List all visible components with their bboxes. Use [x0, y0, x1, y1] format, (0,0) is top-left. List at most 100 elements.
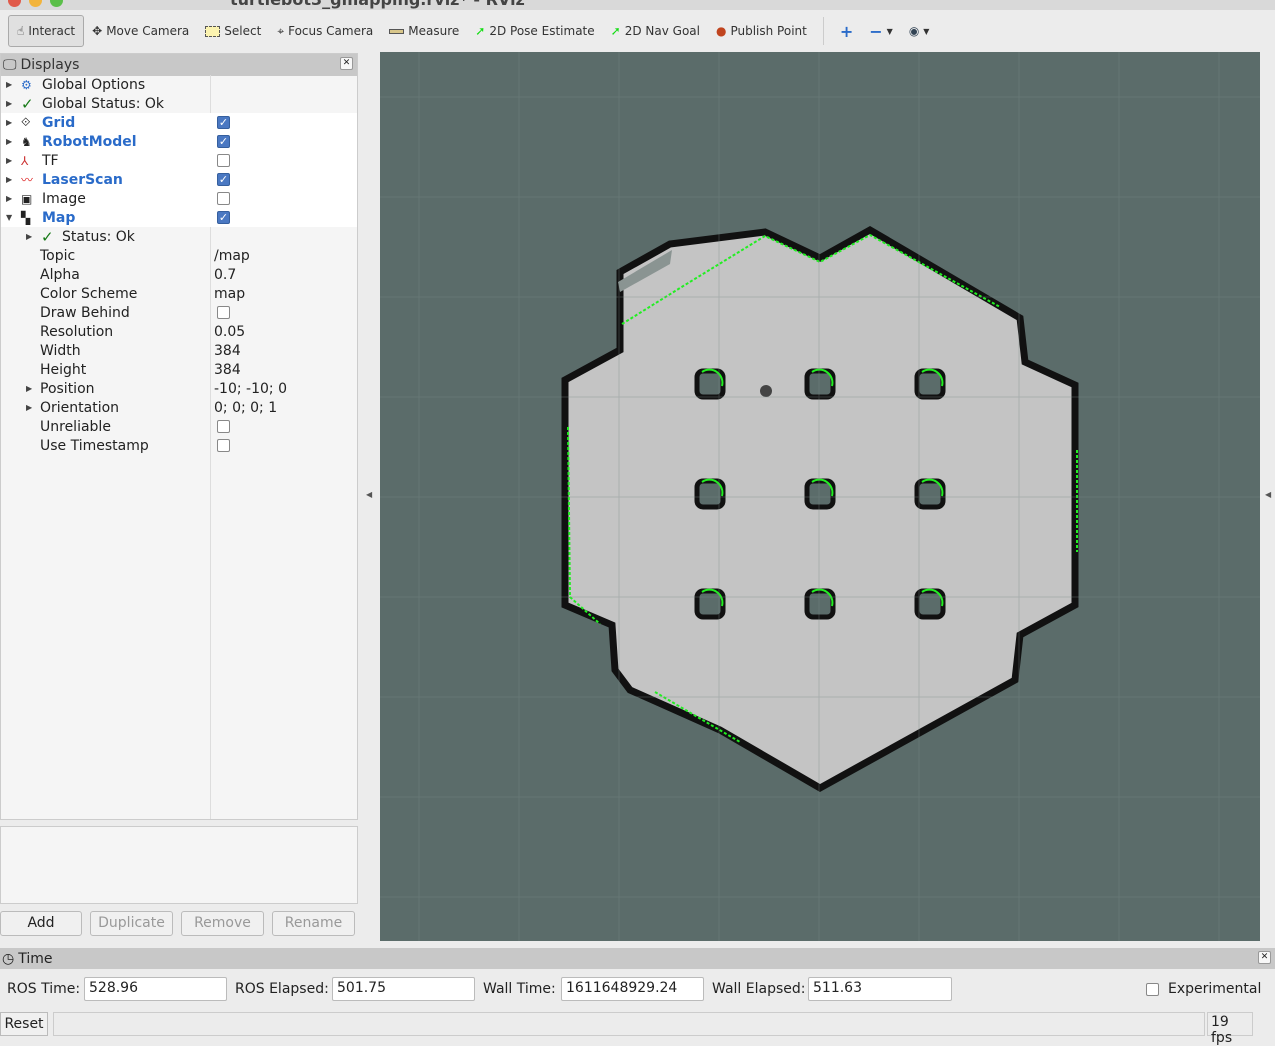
enable-checkbox[interactable] [217, 192, 230, 205]
maximize-window-icon[interactable] [50, 0, 63, 7]
enable-checkbox[interactable]: ✓ [217, 116, 230, 129]
use-timestamp-checkbox[interactable] [217, 439, 230, 452]
close-icon[interactable]: ✕ [1258, 951, 1271, 964]
expand-arrow-icon[interactable]: ▶ [6, 156, 12, 165]
wall-time-field[interactable]: 1611648929.24 [561, 977, 704, 1001]
enable-checkbox[interactable]: ✓ [217, 173, 230, 186]
prop-alpha[interactable]: Alpha 0.7 [1, 265, 357, 284]
prop-label: Orientation [40, 399, 120, 416]
unreliable-checkbox[interactable] [217, 420, 230, 433]
panel-title: Displays [20, 57, 80, 73]
display-image[interactable]: ▶ ▣ Image [1, 189, 357, 208]
expand-arrow-icon[interactable]: ▶ [6, 118, 12, 127]
display-map[interactable]: ▼ ▚ Map ✓ [1, 208, 357, 227]
display-laserscan[interactable]: ▶ 〰 LaserScan ✓ [1, 170, 357, 189]
close-icon[interactable]: ✕ [340, 57, 353, 70]
3d-viewport[interactable] [380, 52, 1260, 941]
expand-arrow-icon[interactable]: ▶ [6, 137, 12, 146]
expand-arrow-icon[interactable]: ▶ [26, 232, 32, 241]
draw-behind-checkbox[interactable] [217, 306, 230, 319]
expand-arrow-icon[interactable]: ▶ [26, 403, 32, 412]
prop-value[interactable]: 0.05 [214, 324, 245, 340]
gear-icon: ⚙ [21, 77, 32, 92]
display-global-status[interactable]: ▶ ✓ Global Status: Ok [1, 94, 357, 113]
minimize-window-icon[interactable] [29, 0, 42, 7]
checkmark-icon: ✓ [41, 227, 54, 246]
tool-select[interactable]: Select [197, 15, 269, 47]
tool-publish-point[interactable]: ● Publish Point [708, 15, 815, 47]
ros-time-field[interactable]: 528.96 [84, 977, 227, 1001]
prop-label: Height [40, 361, 87, 378]
expand-arrow-icon[interactable]: ▶ [6, 194, 12, 203]
axes-icon: ⅄ [21, 153, 29, 168]
display-label: Image [42, 190, 86, 207]
green-arrow-icon: ➚ [610, 24, 621, 38]
prop-unreliable[interactable]: Unreliable [1, 417, 357, 436]
display-grid[interactable]: ▶ ⟐ Grid ✓ [1, 113, 357, 132]
prop-width[interactable]: Width 384 [1, 341, 357, 360]
wall-elapsed-label: Wall Elapsed: [712, 981, 806, 997]
wall-elapsed-field[interactable]: 511.63 [808, 977, 952, 1001]
prop-value[interactable]: -10; -10; 0 [214, 381, 287, 397]
checkmark-icon: ✓ [21, 94, 34, 113]
rename-button[interactable]: Rename [272, 911, 355, 936]
prop-label: Width [40, 342, 81, 359]
prop-value[interactable]: 384 [214, 362, 241, 378]
add-button[interactable]: Add [0, 911, 82, 936]
display-label: Grid [42, 114, 76, 131]
expand-arrow-icon[interactable]: ▶ [6, 175, 12, 184]
reset-button[interactable]: Reset [0, 1012, 48, 1036]
prop-value[interactable]: map [214, 286, 245, 302]
prop-label: Use Timestamp [40, 437, 149, 454]
prop-position[interactable]: ▶ Position -10; -10; 0 [1, 379, 357, 398]
tool-focus-camera[interactable]: ⌖ Focus Camera [269, 15, 381, 47]
prop-use-timestamp[interactable]: Use Timestamp [1, 436, 357, 455]
prop-draw-behind[interactable]: Draw Behind [1, 303, 357, 322]
prop-height[interactable]: Height 384 [1, 360, 357, 379]
display-tf[interactable]: ▶ ⅄ TF [1, 151, 357, 170]
add-tool-button[interactable]: + [832, 15, 861, 47]
tool-interact[interactable]: ☝ Interact [8, 15, 85, 47]
map-status[interactable]: ▶ ✓ Status: Ok [1, 227, 357, 246]
tool-measure[interactable]: Measure [381, 15, 467, 47]
expand-arrow-icon[interactable]: ▶ [6, 99, 12, 108]
ros-elapsed-field[interactable]: 501.75 [332, 977, 475, 1001]
display-label: LaserScan [42, 171, 123, 188]
duplicate-button[interactable]: Duplicate [90, 911, 173, 936]
enable-checkbox[interactable]: ✓ [217, 135, 230, 148]
panel-title: Time [18, 950, 53, 967]
monitor-icon: 🖵 [3, 57, 17, 73]
prop-value[interactable]: /map [214, 248, 250, 264]
minus-icon: − [869, 21, 883, 41]
select-icon [205, 25, 221, 37]
display-robotmodel[interactable]: ▶ ♞ RobotModel ✓ [1, 132, 357, 151]
prop-resolution[interactable]: Resolution 0.05 [1, 322, 357, 341]
close-window-icon[interactable] [8, 0, 21, 7]
collapse-arrow-icon[interactable]: ▼ [6, 213, 12, 222]
expand-arrow-icon[interactable]: ▶ [6, 80, 12, 89]
prop-value[interactable]: 0.7 [214, 267, 236, 283]
prop-color-scheme[interactable]: Color Scheme map [1, 284, 357, 303]
chevron-down-icon: ▼ [886, 26, 893, 36]
experimental-checkbox[interactable] [1146, 983, 1159, 996]
remove-tool-button[interactable]: − ▼ [861, 15, 901, 47]
enable-checkbox[interactable]: ✓ [217, 211, 230, 224]
enable-checkbox[interactable] [217, 154, 230, 167]
prop-value[interactable]: 384 [214, 343, 241, 359]
tool-label: Interact [28, 24, 76, 38]
tool-2d-pose-estimate[interactable]: ➚ 2D Pose Estimate [467, 15, 602, 47]
display-global-options[interactable]: ▶ ⚙ Global Options [1, 75, 357, 94]
prop-value[interactable]: 0; 0; 0; 1 [214, 400, 277, 416]
fps-indicator: 19 fps [1207, 1012, 1253, 1046]
expand-arrow-icon[interactable]: ▶ [26, 384, 32, 393]
prop-topic[interactable]: Topic/map [1, 246, 357, 265]
tool-move-camera[interactable]: ✥ Move Camera [84, 15, 197, 47]
display-label: Global Options [42, 76, 146, 93]
prop-orientation[interactable]: ▶ Orientation 0; 0; 0; 1 [1, 398, 357, 417]
image-icon: ▣ [21, 191, 33, 206]
view-button[interactable]: ◉ ▼ [901, 15, 938, 47]
tool-2d-nav-goal[interactable]: ➚ 2D Nav Goal [603, 15, 708, 47]
remove-button[interactable]: Remove [181, 911, 264, 936]
collapse-left-icon[interactable]: ◀ [366, 490, 372, 499]
collapse-right-icon[interactable]: ◀ [1265, 490, 1271, 499]
